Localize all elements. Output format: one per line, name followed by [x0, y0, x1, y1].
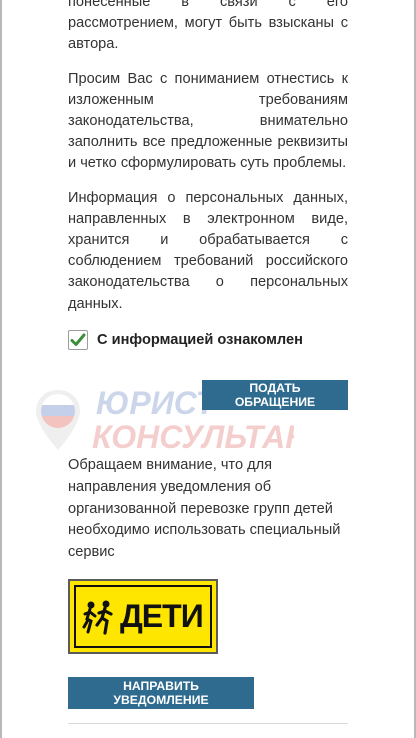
- sign-text: ДЕТИ: [120, 598, 204, 634]
- consent-checkbox[interactable]: [68, 329, 88, 350]
- paragraph-personal-data: Информация о персональных данных, направ…: [68, 189, 348, 312]
- info-text: понесенные в связи с его рассмотрением, …: [68, 0, 348, 352]
- send-notification-button[interactable]: НАПРАВИТЬ УВЕДОМЛЕНИЕ: [68, 677, 254, 709]
- consent-row: С информацией ознакомлен: [68, 328, 348, 352]
- paragraph-authorship: понесенные в связи с его рассмотрением, …: [68, 0, 348, 53]
- sign-frame: ДЕТИ: [74, 585, 212, 648]
- children-crossing-icon: [82, 600, 113, 635]
- bottom-divider: [68, 723, 348, 724]
- watermark-line1: ЮРИСТ: [96, 385, 218, 421]
- paragraph-request: Просим Вас с пониманием отнестись к изло…: [68, 70, 348, 172]
- notice-text: Обращаем внимание, что для направления у…: [68, 457, 341, 561]
- children-service-banner[interactable]: ДЕТИ: [68, 579, 218, 654]
- submit-appeal-button[interactable]: ПОДАТЬ ОБРАЩЕНИЕ: [202, 380, 348, 410]
- watermark-line2: КОНСУЛЬТАНТ: [92, 419, 294, 455]
- left-frame-border: [0, 0, 2, 738]
- checkmark-icon: [70, 333, 86, 346]
- consent-label: С информацией ознакомлен: [97, 331, 303, 348]
